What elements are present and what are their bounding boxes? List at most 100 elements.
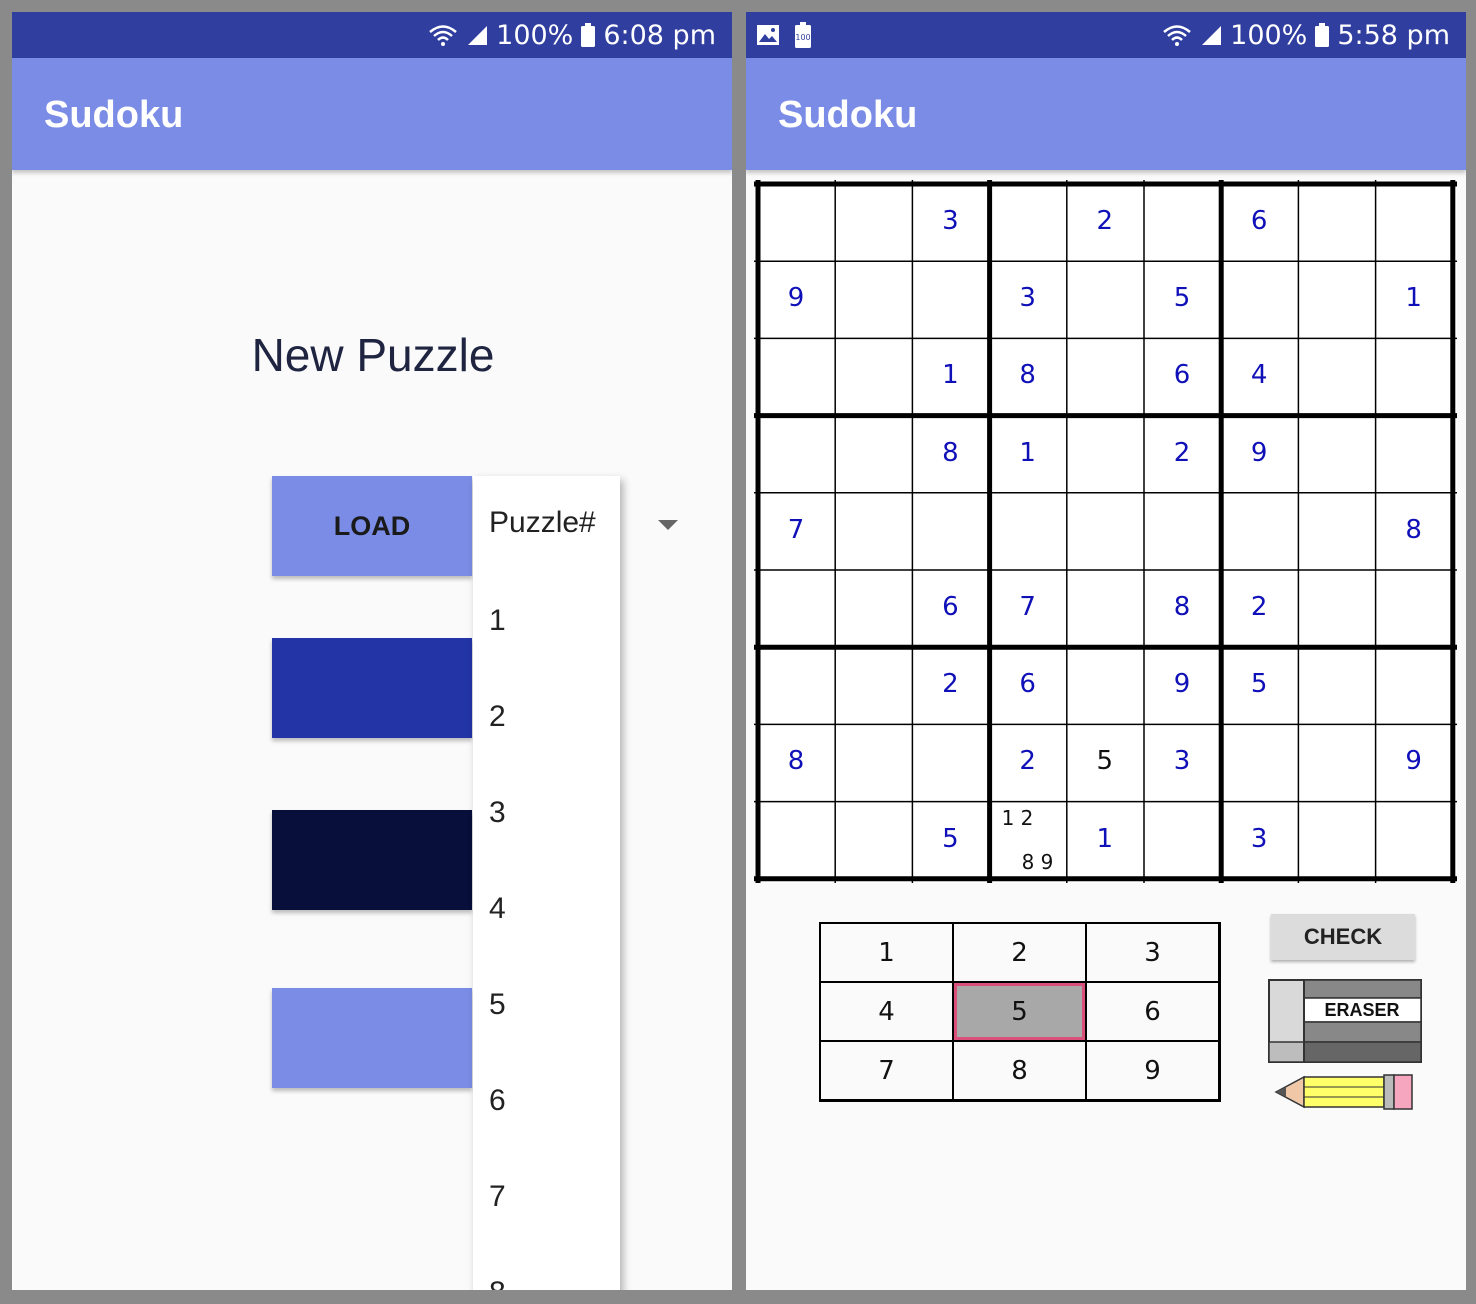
number-pad: 1 2 3 4 5 6 7 8 9 (819, 922, 1221, 1102)
sudoku-cell[interactable] (837, 263, 910, 336)
sudoku-cell[interactable] (837, 726, 910, 799)
battery-percent: 100% (1230, 19, 1308, 51)
sudoku-cell[interactable] (1069, 418, 1142, 491)
cell-digit: 2 (942, 669, 959, 700)
number-key-7[interactable]: 7 (821, 1042, 952, 1099)
sudoku-cell[interactable] (1300, 418, 1373, 491)
cell-digit: 3 (1173, 746, 1191, 777)
sudoku-cell[interactable] (1146, 186, 1219, 259)
sudoku-cell[interactable] (1378, 804, 1451, 877)
sudoku-cell[interactable] (1146, 495, 1219, 568)
cell-digit: 1 (1096, 823, 1114, 854)
dropdown-option[interactable]: 3 (489, 796, 506, 830)
eraser-button[interactable]: ERASER (1268, 979, 1423, 1064)
sudoku-cell[interactable] (992, 186, 1065, 259)
sudoku-cell[interactable] (914, 726, 987, 799)
dropdown-option[interactable]: 4 (489, 892, 506, 926)
sudoku-cell[interactable] (837, 340, 910, 413)
sudoku-cell[interactable] (1300, 340, 1373, 413)
number-key-1[interactable]: 1 (821, 924, 952, 981)
sudoku-cell[interactable] (1300, 495, 1373, 568)
sudoku-cell[interactable] (1300, 649, 1373, 722)
load-button[interactable]: LOAD (272, 476, 472, 576)
cell-digit: 7 (1019, 592, 1036, 622)
sudoku-cell[interactable] (1378, 418, 1451, 491)
sudoku-cell[interactable] (914, 495, 987, 568)
cell-digit: 1 (1019, 437, 1036, 468)
number-key-9[interactable]: 9 (1087, 1042, 1218, 1099)
sudoku-cell[interactable] (760, 340, 833, 413)
sudoku-cell[interactable] (914, 263, 987, 336)
sudoku-cell[interactable] (1378, 340, 1451, 413)
status-bar: 100% 6:08 pm (12, 12, 732, 58)
cell-digit: 8 (1405, 514, 1422, 545)
sudoku-cell[interactable] (1300, 186, 1373, 259)
sudoku-cell[interactable] (837, 418, 910, 491)
menu-button-2[interactable] (272, 638, 472, 738)
battery-100-icon: 100 (795, 22, 811, 48)
sudoku-cell[interactable] (1223, 726, 1296, 799)
sudoku-cell[interactable] (1378, 649, 1451, 722)
sudoku-cell[interactable] (1300, 804, 1373, 877)
app-title: Sudoku (778, 94, 918, 136)
cell-digit: 6 (1250, 206, 1268, 236)
sudoku-cell[interactable] (837, 649, 910, 722)
sudoku-cell[interactable] (760, 418, 833, 491)
sudoku-cell[interactable] (1300, 263, 1373, 336)
cell-digit: 2 (1250, 592, 1268, 622)
sudoku-cell[interactable] (1069, 495, 1142, 568)
sudoku-cell[interactable] (1223, 495, 1296, 568)
number-key-5[interactable]: 5 (954, 983, 1085, 1040)
sudoku-board[interactable]: 3269351186481297867822695825395131 28 9 (754, 180, 1457, 883)
status-time: 6:08 pm (603, 19, 716, 51)
number-key-8[interactable]: 8 (954, 1042, 1085, 1099)
menu-button-3[interactable] (272, 810, 472, 910)
signal-icon (468, 26, 488, 45)
status-time: 5:58 pm (1337, 19, 1450, 51)
cell-note-bottom: 8 9 (1021, 849, 1054, 874)
sudoku-cell[interactable] (1300, 726, 1373, 799)
dropdown-arrow-icon[interactable] (658, 520, 678, 530)
sudoku-cell[interactable] (1069, 340, 1142, 413)
battery-icon (1315, 23, 1330, 47)
sudoku-cell[interactable] (760, 572, 833, 645)
sudoku-cell[interactable] (760, 186, 833, 259)
number-key-6[interactable]: 6 (1087, 983, 1218, 1040)
sudoku-cell[interactable] (1378, 572, 1451, 645)
sudoku-cell[interactable] (837, 804, 910, 877)
sudoku-cell[interactable] (992, 495, 1065, 568)
sudoku-cell[interactable] (760, 649, 833, 722)
dropdown-header[interactable]: Puzzle# (489, 506, 596, 540)
dropdown-option[interactable]: 6 (489, 1084, 506, 1118)
cell-digit: 9 (1173, 669, 1191, 700)
number-key-3[interactable]: 3 (1087, 924, 1218, 981)
signal-icon (1202, 26, 1222, 45)
dropdown-option[interactable]: 5 (489, 988, 506, 1022)
sudoku-cell[interactable] (1223, 263, 1296, 336)
check-button[interactable]: CHECK (1271, 914, 1415, 960)
sudoku-cell[interactable] (1300, 572, 1373, 645)
menu-button-4[interactable] (272, 988, 472, 1088)
dropdown-option[interactable]: 7 (489, 1180, 506, 1214)
sudoku-cell[interactable] (1069, 649, 1142, 722)
cell-digit: 3 (1019, 283, 1036, 314)
sudoku-cell[interactable] (760, 804, 833, 877)
dropdown-option[interactable]: 8 (489, 1276, 506, 1290)
puzzle-dropdown-menu: Puzzle# 1 2 3 4 5 6 7 8 (473, 476, 620, 1290)
cell-digit: 6 (1019, 669, 1036, 700)
sudoku-cell[interactable] (1069, 263, 1142, 336)
sudoku-cell[interactable] (1378, 186, 1451, 259)
sudoku-cell[interactable] (1146, 804, 1219, 877)
dropdown-option[interactable]: 2 (489, 700, 506, 734)
sudoku-cell[interactable] (837, 186, 910, 259)
sudoku-cell[interactable] (837, 495, 910, 568)
cell-digit: 8 (1019, 360, 1036, 391)
pencil-icon[interactable] (1274, 1072, 1416, 1112)
number-key-4[interactable]: 4 (821, 983, 952, 1040)
number-key-2[interactable]: 2 (954, 924, 1085, 981)
sudoku-cell[interactable] (837, 572, 910, 645)
sudoku-cell[interactable] (1069, 572, 1142, 645)
cell-digit: 1 (942, 360, 959, 391)
dropdown-option[interactable]: 1 (489, 604, 506, 638)
cell-digit: 3 (942, 206, 959, 236)
